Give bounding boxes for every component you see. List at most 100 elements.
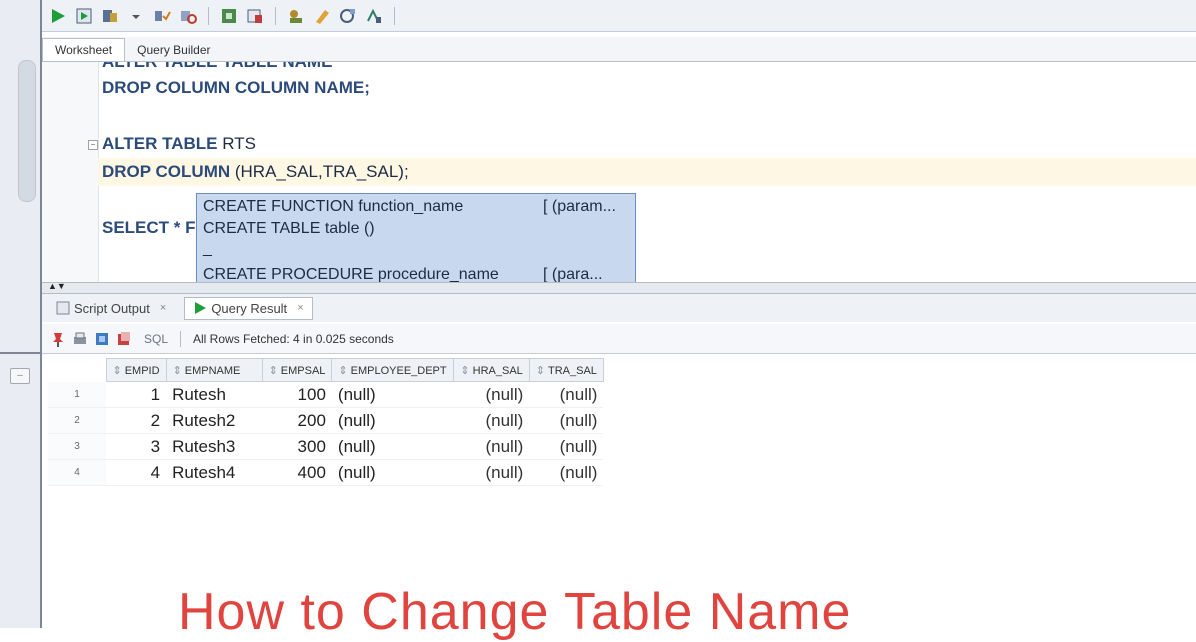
autocomplete-param: [ (param...	[543, 198, 616, 215]
cell-empid[interactable]: 4	[106, 459, 167, 486]
code-line: SELECT * FI	[102, 218, 201, 237]
rollback-icon[interactable]	[178, 6, 198, 26]
cell-empid[interactable]: 1	[106, 381, 167, 408]
tab-worksheet[interactable]: Worksheet	[42, 38, 126, 61]
column-header[interactable]: ⇕ EMPID	[105, 358, 167, 382]
sort-icon: ⇕	[268, 364, 278, 377]
export-icon[interactable]	[116, 331, 132, 347]
minimize-icon[interactable]: –	[10, 368, 30, 384]
print-icon[interactable]	[72, 331, 88, 347]
code-line: DROP COLUMN (HRA_SAL,TRA_SAL);	[102, 162, 409, 182]
tab-script-output[interactable]: Script Output ×	[48, 298, 174, 319]
column-header[interactable]: ⇕ EMPNAME	[165, 358, 263, 382]
toolbar-separator	[180, 330, 182, 347]
toolbar-separator	[394, 6, 395, 25]
sort-icon: ⇕	[460, 364, 470, 377]
autocomplete-popup: CREATE FUNCTION function_name [ (param..…	[196, 193, 636, 287]
worksheet-toolbar	[42, 0, 1196, 32]
sort-icon: ⇕	[112, 364, 122, 377]
close-icon[interactable]: ×	[160, 302, 166, 314]
cell-empsal[interactable]: 100	[262, 381, 332, 408]
video-caption: How to Change Table Name	[178, 583, 852, 641]
code-keyword: DROP COLUMN	[102, 162, 235, 181]
tab-query-builder[interactable]: Query Builder	[125, 39, 222, 61]
cell-dept[interactable]: (null)	[331, 459, 454, 486]
cell-dept[interactable]: (null)	[331, 407, 454, 434]
autocomplete-item[interactable]: CREATE TABLE table ()	[203, 220, 375, 238]
cell-empname[interactable]: Rutesh	[166, 381, 263, 408]
sql-tuning-icon[interactable]	[219, 6, 239, 26]
table-row[interactable]: 2 2 Rutesh2 200 (null) (null) (null)	[48, 407, 604, 434]
panel-scrollbar[interactable]	[18, 60, 36, 202]
row-number: 3	[48, 433, 106, 460]
result-table: ⇕ EMPID ⇕ EMPNAME ⇕ EMPSAL ⇕ EMPLOYEE_DEPT ⇕…	[48, 358, 604, 486]
close-icon[interactable]: ×	[297, 302, 303, 314]
cell-tra[interactable]: (null)	[529, 433, 604, 460]
pane-splitter[interactable]: ▲▼	[42, 281, 1196, 294]
code-line: ALTER TABLE TABLE NAME	[102, 62, 332, 72]
script-output-icon	[56, 301, 70, 315]
pin-icon[interactable]	[50, 331, 66, 347]
clear-eraser-icon[interactable]	[312, 6, 332, 26]
cell-empname[interactable]: Rutesh2	[166, 407, 263, 434]
run-script-icon[interactable]	[74, 6, 94, 26]
result-tabs: Script Output × Query Result ×	[42, 294, 1196, 322]
autotrace-icon[interactable]	[100, 6, 120, 26]
dropdown-arrow-icon[interactable]	[126, 6, 146, 26]
column-header[interactable]: ⇕ HRA_SAL	[453, 358, 530, 382]
cell-dept[interactable]: (null)	[331, 381, 454, 408]
column-header[interactable]: ⇕ TRA_SAL	[528, 358, 604, 382]
table-row[interactable]: 3 3 Rutesh3 300 (null) (null) (null)	[48, 433, 604, 460]
cell-empid[interactable]: 2	[106, 407, 167, 434]
cell-empid[interactable]: 3	[106, 433, 167, 460]
splitter-arrows-icon[interactable]: ▲▼	[48, 281, 66, 291]
query-result-icon	[195, 302, 207, 314]
cell-empname[interactable]: Rutesh4	[166, 459, 263, 486]
column-header[interactable]: ⇕ EMPSAL	[261, 358, 333, 382]
cell-empsal[interactable]: 400	[262, 459, 332, 486]
cell-empsal[interactable]: 300	[262, 433, 332, 460]
row-number: 1	[48, 381, 106, 408]
editor-tabs: Worksheet Query Builder	[42, 37, 1196, 62]
toolbar-separator	[275, 6, 276, 25]
cell-tra[interactable]: (null)	[529, 381, 604, 408]
table-row[interactable]: 1 1 Rutesh 100 (null) (null) (null)	[48, 381, 604, 408]
column-header[interactable]: ⇕ EMPLOYEE_DEPT	[331, 358, 455, 382]
sql-history-icon[interactable]	[286, 6, 306, 26]
panel-divider	[0, 352, 40, 354]
left-panel: –	[0, 0, 42, 628]
row-number: 2	[48, 407, 106, 434]
table-row[interactable]: 4 4 Rutesh4 400 (null) (null) (null)	[48, 459, 604, 486]
refresh-icon[interactable]	[94, 331, 110, 347]
cell-tra[interactable]: (null)	[529, 407, 604, 434]
cell-hra[interactable]: (null)	[453, 407, 530, 434]
code-line: ALTER TABLE RTS	[102, 134, 256, 154]
sort-icon: ⇕	[535, 364, 545, 377]
cell-dept[interactable]: (null)	[331, 433, 454, 460]
editor-line-gutter	[42, 62, 99, 282]
autocomplete-item[interactable]: _	[203, 240, 212, 258]
cell-tra[interactable]: (null)	[529, 459, 604, 486]
tab-query-result[interactable]: Query Result ×	[184, 296, 313, 320]
code-identifier: RTS	[222, 134, 256, 153]
fold-minus-icon[interactable]: −	[88, 140, 98, 150]
sort-icon: ⇕	[338, 364, 348, 377]
cell-empname[interactable]: Rutesh3	[166, 433, 263, 460]
cell-hra[interactable]: (null)	[453, 433, 530, 460]
fetch-status: All Rows Fetched: 4 in 0.025 seconds	[193, 331, 394, 346]
tune-icon[interactable]	[364, 6, 384, 26]
code-identifier: (HRA_SAL,TRA_SAL);	[234, 162, 409, 181]
cell-hra[interactable]: (null)	[453, 381, 530, 408]
format-icon[interactable]	[338, 6, 358, 26]
autocomplete-item[interactable]: CREATE FUNCTION function_name	[203, 198, 463, 216]
commit-icon[interactable]	[152, 6, 172, 26]
result-toolbar: SQL All Rows Fetched: 4 in 0.025 seconds	[42, 324, 1196, 354]
sort-icon: ⇕	[172, 364, 182, 377]
cell-hra[interactable]: (null)	[453, 459, 530, 486]
table-header-row: ⇕ EMPID ⇕ EMPNAME ⇕ EMPSAL ⇕ EMPLOYEE_DEPT ⇕…	[48, 358, 604, 382]
sql-button[interactable]: SQL	[144, 332, 168, 346]
run-statement-icon[interactable]	[48, 6, 68, 26]
cell-empsal[interactable]: 200	[262, 407, 332, 434]
code-line: DROP COLUMN COLUMN NAME;	[102, 78, 370, 97]
explain-plan-icon[interactable]	[245, 6, 265, 26]
